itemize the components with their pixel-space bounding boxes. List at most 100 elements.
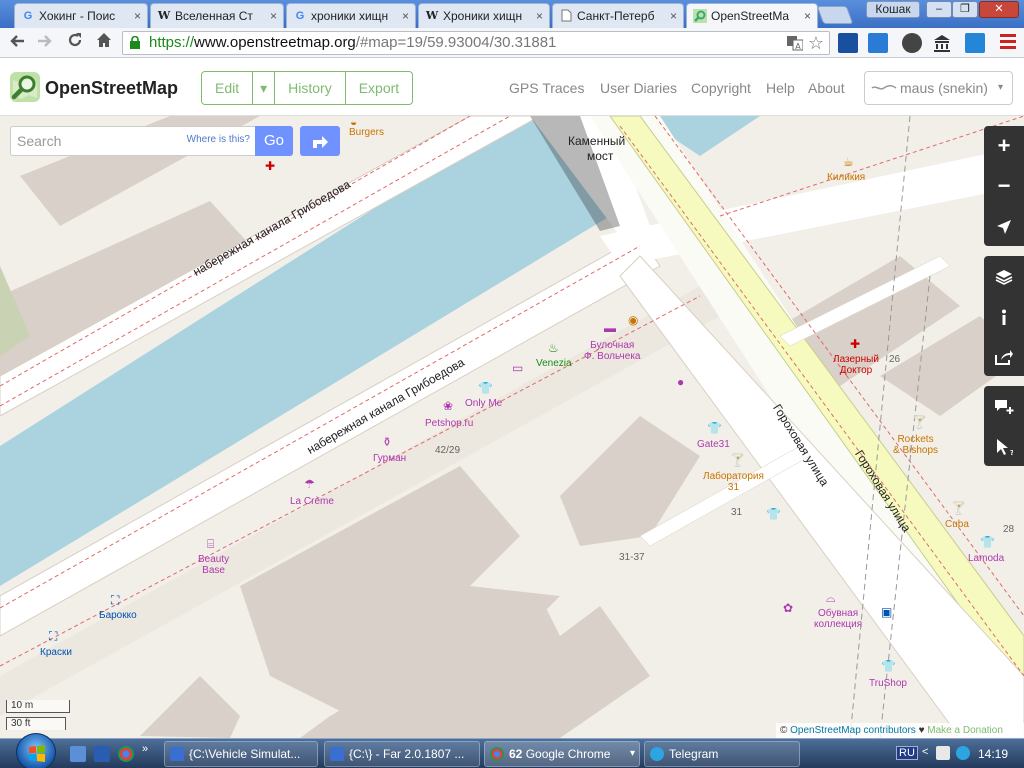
show-desktop-icon[interactable] xyxy=(70,746,86,762)
nav-about[interactable]: About xyxy=(808,80,845,96)
poi-lazerny-doktor[interactable]: Лазерный Доктор xyxy=(833,354,879,376)
tab-openstreetmap[interactable]: OpenStreetMa × xyxy=(686,3,818,28)
close-icon[interactable]: × xyxy=(536,9,543,23)
poi-bulochnaya[interactable]: Булочная Ф. Вольчека xyxy=(584,340,640,362)
zoom-out-button[interactable]: − xyxy=(984,166,1024,206)
hotel-icon[interactable]: ⛶ xyxy=(111,594,119,606)
reload-button[interactable] xyxy=(64,32,86,54)
tab-wikipedia-chronicles[interactable]: W Хроники хищн × xyxy=(418,3,550,28)
export-button[interactable]: Export xyxy=(346,72,412,104)
nav-gps-traces[interactable]: GPS Traces xyxy=(509,80,584,96)
poi-lamoda[interactable]: Lamoda xyxy=(968,553,1004,564)
map-base-layer[interactable] xyxy=(0,116,1024,738)
history-button[interactable]: History xyxy=(275,72,346,104)
share-button[interactable] xyxy=(984,336,1024,376)
chevron-down-icon[interactable]: ▾ xyxy=(630,742,635,766)
restore-button[interactable]: ❐ xyxy=(952,1,978,18)
telegram-tray-icon[interactable] xyxy=(956,746,970,760)
search-input[interactable]: Search Where is this? xyxy=(10,126,256,156)
nav-user-diaries[interactable]: User Diaries xyxy=(600,80,677,96)
burger-icon[interactable]: ◉ xyxy=(628,314,638,326)
bakery-icon[interactable]: ▬ xyxy=(604,322,616,334)
tab-google-hawking[interactable]: G Хокинг - Поис × xyxy=(14,3,148,28)
close-icon[interactable]: × xyxy=(804,9,811,23)
medical-icon[interactable]: ✚ xyxy=(850,338,860,350)
system-clock[interactable]: 14:19 xyxy=(978,747,1008,761)
poi-cuba[interactable]: Cuba xyxy=(945,519,969,530)
close-icon[interactable]: × xyxy=(134,9,141,23)
close-icon[interactable]: × xyxy=(270,9,277,23)
poi-trushop[interactable]: TruShop xyxy=(869,678,907,689)
search-go-button[interactable]: Go xyxy=(255,126,293,156)
taskbar-far-manager[interactable]: {C:\} - Far 2.0.1807 ... xyxy=(324,741,480,767)
poi-venezia[interactable]: Venezia xyxy=(536,358,572,369)
taskbar-google-chrome[interactable]: 62 Google Chrome ▾ xyxy=(484,741,640,767)
edit-dropdown-caret-icon[interactable]: ▾ xyxy=(253,72,276,104)
poi-only-me[interactable]: Only Me xyxy=(465,398,502,409)
bookmark-star-icon[interactable]: ☆ xyxy=(808,32,824,54)
network-icon[interactable] xyxy=(936,746,950,760)
bar-icon[interactable]: 🍸 xyxy=(951,502,966,514)
close-icon[interactable]: × xyxy=(670,9,677,23)
museum-extension-icon[interactable] xyxy=(932,33,952,53)
forward-button[interactable] xyxy=(34,32,56,54)
poi-gate31[interactable]: Gate31 xyxy=(697,439,730,450)
poi-la-creme[interactable]: La Crème xyxy=(290,496,334,507)
minimize-button[interactable]: – xyxy=(926,1,952,18)
query-features-button[interactable]: ? xyxy=(984,426,1024,466)
profile-name[interactable]: Кошак xyxy=(866,1,920,18)
far-manager-icon[interactable] xyxy=(94,746,110,762)
poi-burgers[interactable]: Burgers xyxy=(349,127,384,138)
zoom-in-button[interactable]: + xyxy=(984,126,1024,166)
poi-beauty-base[interactable]: Beauty Base xyxy=(198,554,229,576)
address-bar[interactable]: https://www.openstreetmap.org/#map=19/59… xyxy=(122,31,830,55)
osm-logo-icon[interactable] xyxy=(10,72,40,102)
edit-button[interactable]: Edit xyxy=(202,72,254,104)
directions-button[interactable] xyxy=(300,126,340,156)
osm-contributors-link[interactable]: OpenStreetMap contributors xyxy=(790,725,916,736)
hotel-icon[interactable]: ⛶ xyxy=(49,630,57,642)
nav-copyright[interactable]: Copyright xyxy=(691,80,751,96)
nav-help[interactable]: Help xyxy=(766,80,795,96)
weather-extension-icon[interactable] xyxy=(868,33,888,53)
news-extension-icon[interactable] xyxy=(838,33,858,53)
poi-kraski[interactable]: Краски xyxy=(40,647,72,658)
poi-petshop[interactable]: Petshop.ru xyxy=(425,418,473,429)
taskbar-vehicle-simulator[interactable]: {C:\Vehicle Simulat... xyxy=(164,741,318,767)
osm-brand-title[interactable]: OpenStreetMap xyxy=(45,78,178,99)
where-is-this-link[interactable]: Where is this? xyxy=(187,127,250,153)
massage-icon[interactable]: ♨ xyxy=(548,342,559,354)
language-indicator[interactable]: RU xyxy=(896,746,918,760)
poi-obuvnaya-kollektsiya[interactable]: Обувная коллекция xyxy=(814,608,862,630)
locate-button[interactable] xyxy=(984,206,1024,246)
poi-rockets-bishops[interactable]: Rockets & Bishops xyxy=(893,434,938,456)
user-menu[interactable]: maus (snekin) ▾ xyxy=(864,71,1013,105)
shop-dot-icon[interactable]: ● xyxy=(677,376,684,388)
clothes-icon[interactable]: 👕 xyxy=(881,660,896,672)
tab-saint-petersburg[interactable]: Санкт-Петерб × xyxy=(552,3,684,28)
map-canvas[interactable]: набережная канала Грибоедова набережная … xyxy=(0,116,1024,738)
map-key-button[interactable] xyxy=(984,296,1024,336)
globe-extension-icon[interactable] xyxy=(902,33,922,53)
layers-button[interactable] xyxy=(984,256,1024,296)
chrome-quicklaunch-icon[interactable] xyxy=(118,746,134,762)
tab-wikipedia-universe[interactable]: W Вселенная Ст × xyxy=(150,3,284,28)
poi-kilikia[interactable]: Киликия xyxy=(827,172,865,183)
pharmacy-icon[interactable]: ✚ xyxy=(265,160,275,172)
bus-stop-icon[interactable]: ▣ xyxy=(881,606,892,618)
donate-link[interactable]: Make a Donation xyxy=(927,725,1003,736)
clothes-icon[interactable]: 👕 xyxy=(707,422,722,434)
clothes-icon[interactable]: 👕 xyxy=(766,508,781,520)
skype-extension-icon[interactable] xyxy=(965,33,985,53)
tray-expand-icon[interactable]: < xyxy=(922,746,928,758)
chrome-menu-icon[interactable] xyxy=(1000,34,1016,52)
poi-gurman[interactable]: Гурман xyxy=(373,453,406,464)
cafe-icon[interactable]: ☕ xyxy=(843,156,854,168)
start-button[interactable] xyxy=(16,733,56,768)
bar-icon[interactable]: 🍸 xyxy=(730,454,745,466)
car-icon[interactable]: ▭ xyxy=(512,362,523,374)
home-button[interactable] xyxy=(93,32,115,54)
poi-laboratoriya-31[interactable]: Лаборатория 31 xyxy=(703,471,764,493)
pet-icon[interactable]: ❀ xyxy=(443,400,453,412)
tab-google-chronicles[interactable]: G хроники хищн × xyxy=(286,3,416,28)
